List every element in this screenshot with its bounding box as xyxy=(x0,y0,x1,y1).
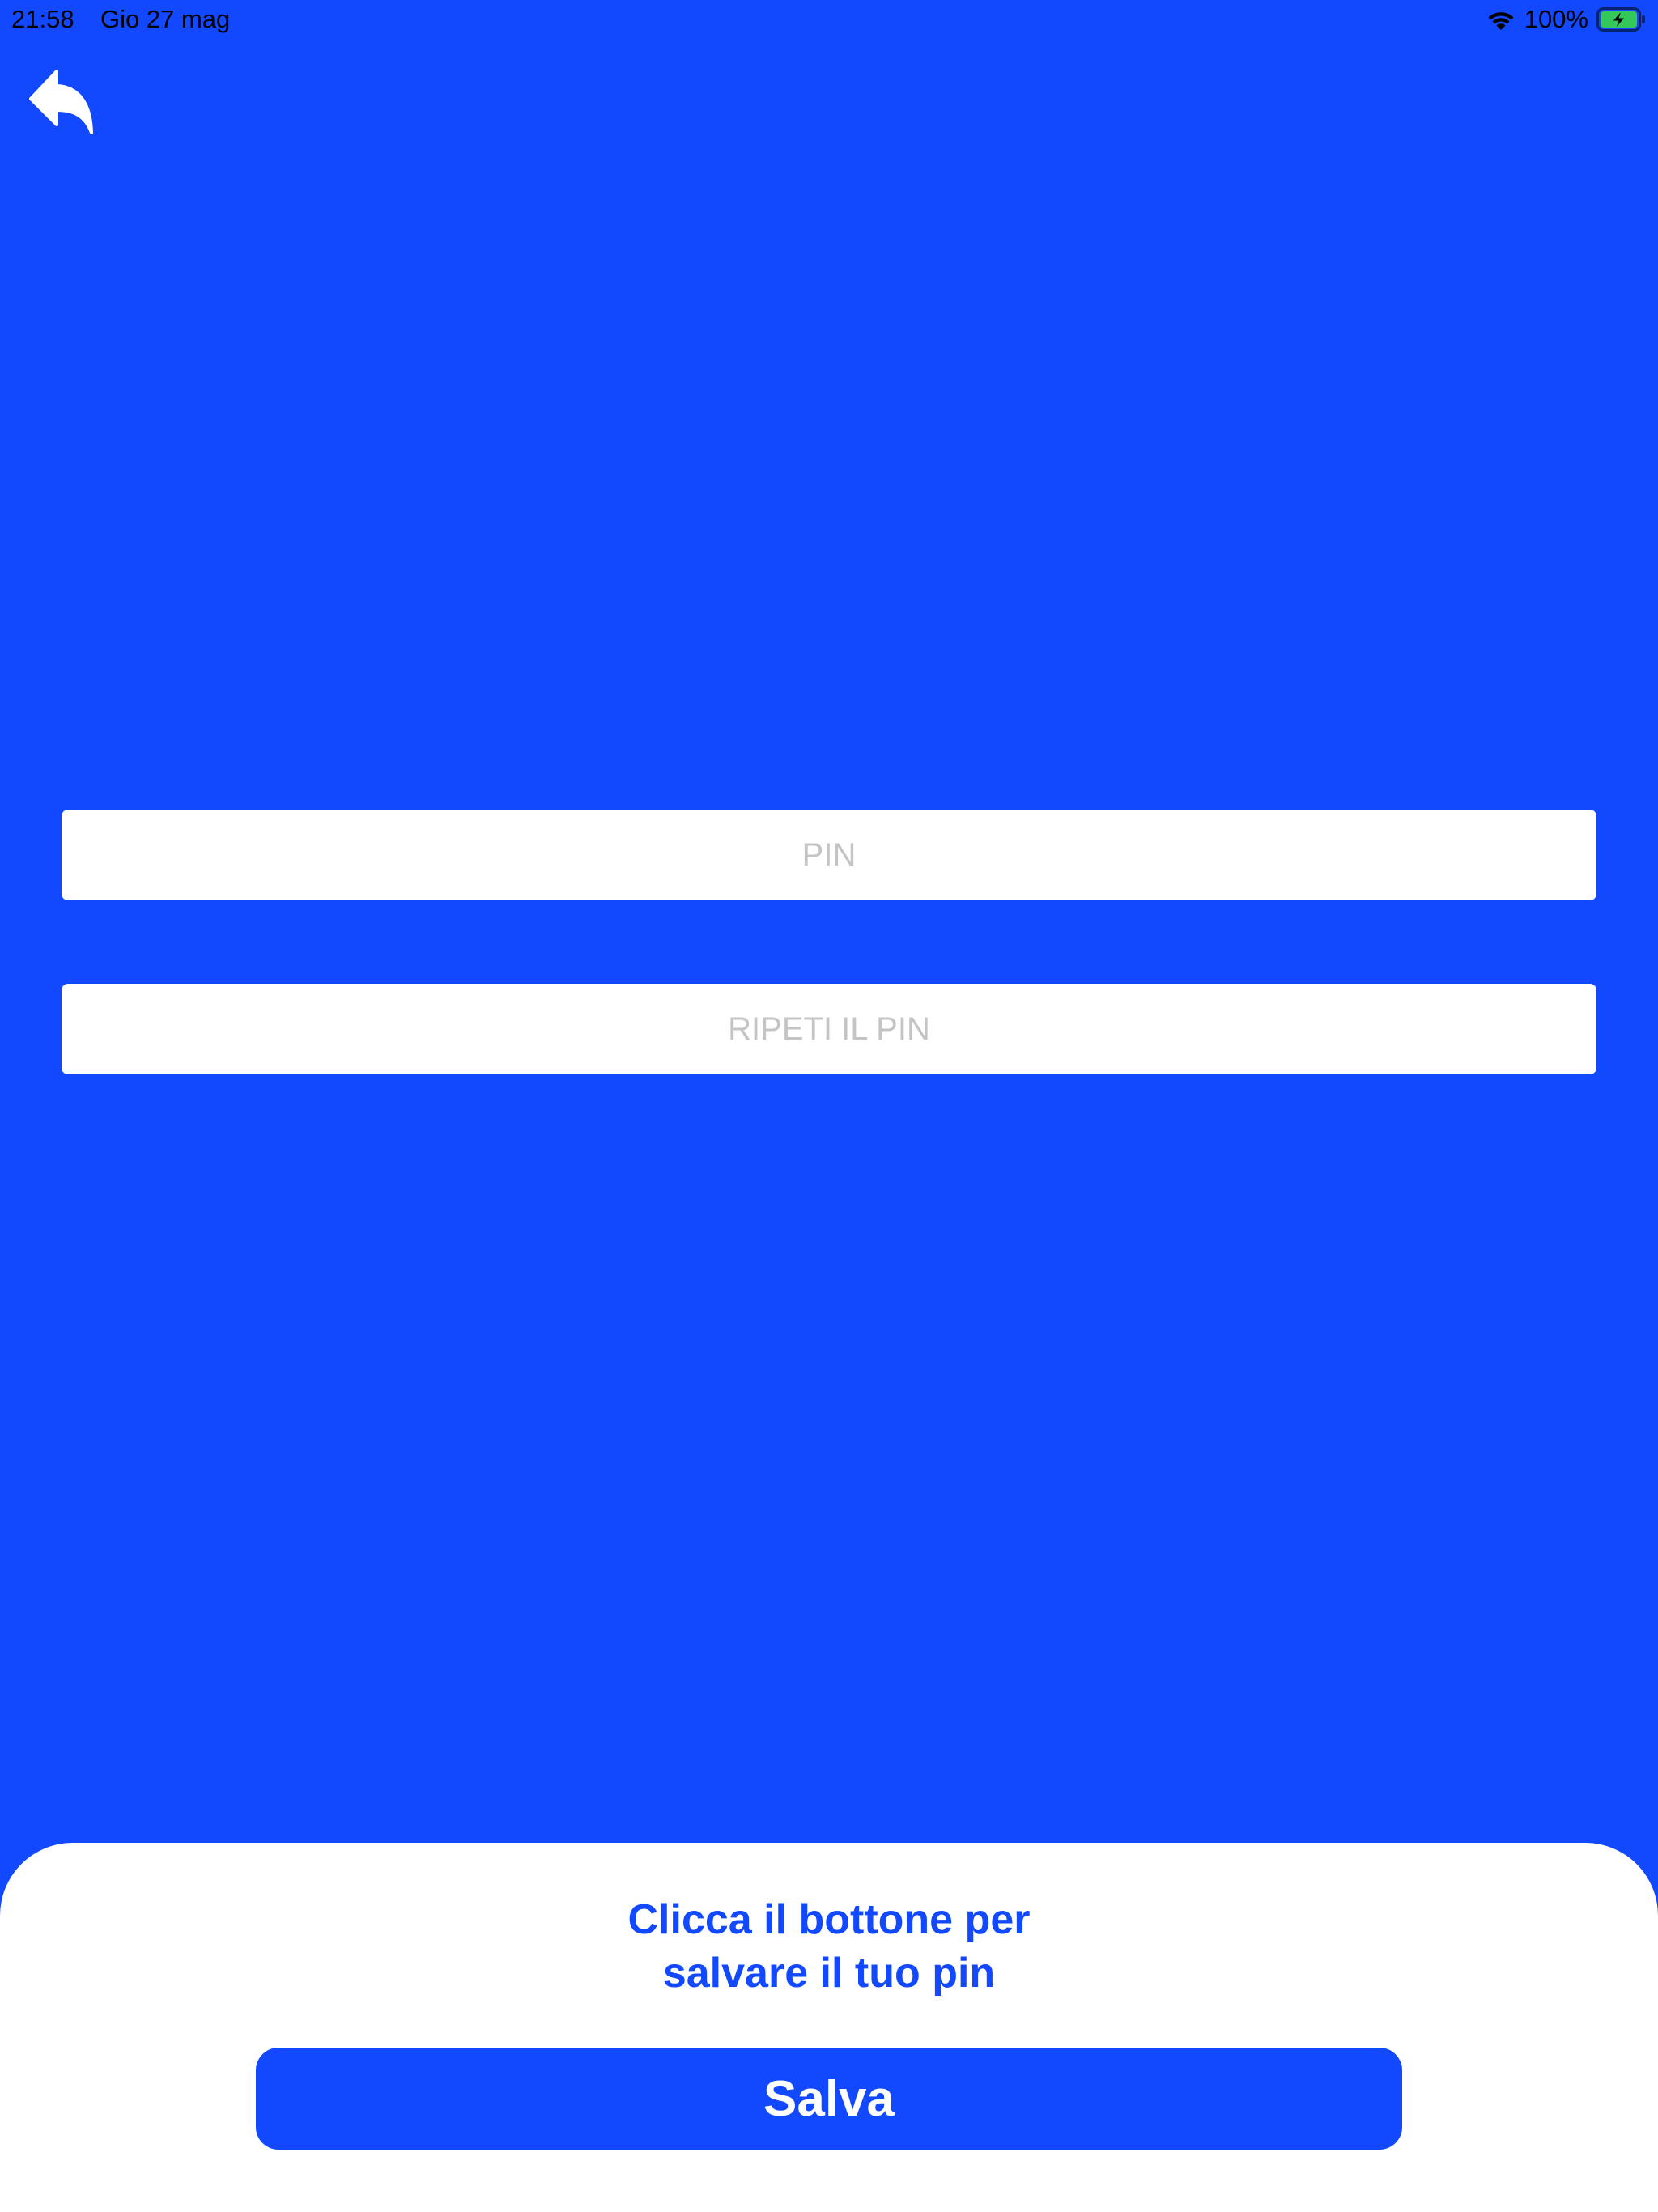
wifi-icon xyxy=(1486,7,1516,32)
save-instruction-line1: Clicca il bottone per xyxy=(627,1896,1031,1943)
back-arrow-icon xyxy=(28,66,97,140)
status-date: Gio 27 mag xyxy=(100,5,231,33)
save-instruction-line2: salvare il tuo pin xyxy=(662,1950,996,1997)
bottom-sheet: Clicca il bottone per salvare il tuo pin… xyxy=(0,1843,1658,2212)
save-instruction-text: Clicca il bottone per salvare il tuo pin xyxy=(0,1893,1658,2000)
battery-percent: 100% xyxy=(1524,5,1588,33)
status-bar: 21:58 Gio 27 mag 100% xyxy=(0,0,1658,42)
status-time: 21:58 xyxy=(11,5,74,33)
battery-charging-icon xyxy=(1596,7,1647,32)
status-indicators: 100% xyxy=(1486,3,1647,36)
save-button[interactable]: Salva xyxy=(256,2048,1402,2150)
pin-input[interactable] xyxy=(62,810,1596,900)
back-button[interactable] xyxy=(28,66,97,136)
pin-repeat-input[interactable] xyxy=(62,984,1596,1074)
